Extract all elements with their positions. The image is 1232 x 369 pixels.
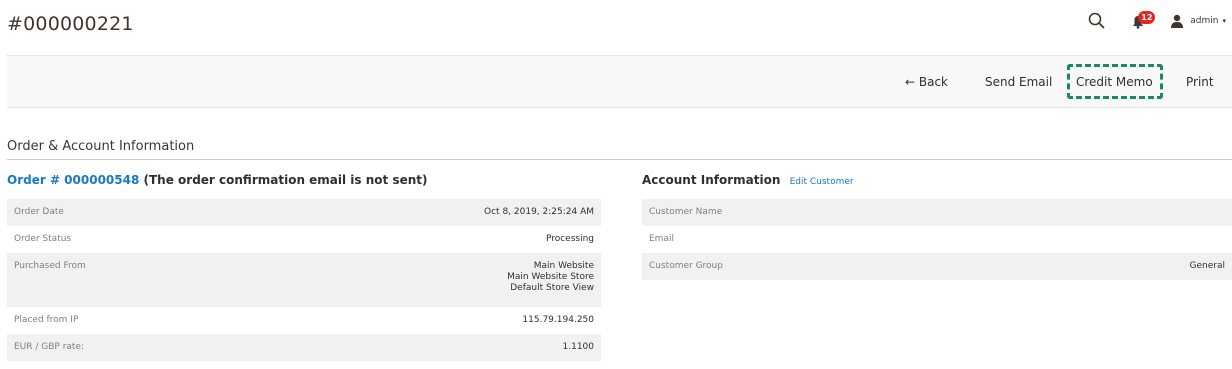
account-title: Account Information: [642, 173, 781, 187]
table-row: Customer Group General: [642, 253, 1232, 280]
store-name: Main Website Store: [507, 272, 594, 282]
section-divider: [7, 159, 1232, 160]
email-label: Email: [649, 234, 674, 244]
customer-group-label: Customer Group: [642, 253, 1020, 280]
table-row: Purchased From Main Website Main Website…: [7, 253, 601, 307]
page-title: #000000221: [7, 13, 134, 35]
chevron-down-icon: ▾: [1222, 17, 1226, 25]
table-row: EUR / GBP rate: 1.1100: [7, 334, 601, 361]
send-email-button[interactable]: Send Email: [985, 56, 1052, 109]
order-date-label: Order Date: [7, 199, 250, 226]
customer-group-value: General: [1019, 253, 1232, 280]
account-info-table: Customer Name Email Customer Group Gener…: [642, 199, 1232, 280]
customer-name-value: [1019, 199, 1232, 226]
search-icon: [1088, 12, 1105, 29]
table-row: Order Date Oct 8, 2019, 2:25:24 AM: [7, 199, 601, 226]
order-status-label: Order Status: [14, 234, 72, 244]
order-note: (The order confirmation email is not sen…: [143, 173, 428, 187]
user-icon: [1171, 14, 1184, 28]
header-actions: 12 admin ▾: [1086, 8, 1232, 34]
credit-memo-button[interactable]: Credit Memo: [1076, 56, 1153, 109]
table-row: Placed from IP 115.79.194.250: [7, 307, 601, 334]
back-button[interactable]: ← Back: [905, 56, 948, 109]
placed-from-ip-label: Placed from IP: [14, 315, 79, 325]
account-heading: Account Information Edit Customer: [642, 173, 854, 187]
order-info-table: Order Date Oct 8, 2019, 2:25:24 AM Order…: [7, 199, 601, 361]
notification-count-badge: 12: [1138, 11, 1156, 24]
notifications-button[interactable]: 12: [1128, 10, 1156, 32]
order-heading: Order # 000000548 (The order confirmatio…: [7, 173, 427, 187]
placed-from-ip-value: 115.79.194.250: [522, 315, 594, 325]
user-menu[interactable]: admin ▾: [1170, 14, 1226, 28]
section-title: Order & Account Information: [7, 139, 195, 154]
page-actions-toolbar: ← Back Send Email Credit Memo Print: [7, 55, 1232, 108]
website-name: Main Website: [533, 261, 594, 271]
edit-customer-link[interactable]: Edit Customer: [790, 177, 854, 187]
table-row: Email: [642, 226, 1232, 253]
email-value: [1020, 226, 1232, 253]
rate-label: EUR / GBP rate:: [7, 334, 250, 361]
rate-value: 1.1100: [249, 334, 601, 361]
purchased-from-label: Purchased From: [7, 253, 250, 307]
store-view-name: Default Store View: [510, 283, 594, 293]
purchased-from-value: Main Website Main Website Store Default …: [249, 253, 601, 307]
search-button[interactable]: [1086, 10, 1108, 32]
table-row: Order Status Processing: [7, 226, 601, 253]
order-link[interactable]: Order # 000000548: [7, 173, 139, 187]
user-name: admin: [1190, 16, 1219, 26]
order-date-value: Oct 8, 2019, 2:25:24 AM: [249, 199, 601, 226]
table-row: Customer Name: [642, 199, 1232, 226]
print-button[interactable]: Print: [1186, 56, 1214, 109]
order-status-value: Processing: [545, 234, 594, 244]
customer-name-label: Customer Name: [642, 199, 1020, 226]
